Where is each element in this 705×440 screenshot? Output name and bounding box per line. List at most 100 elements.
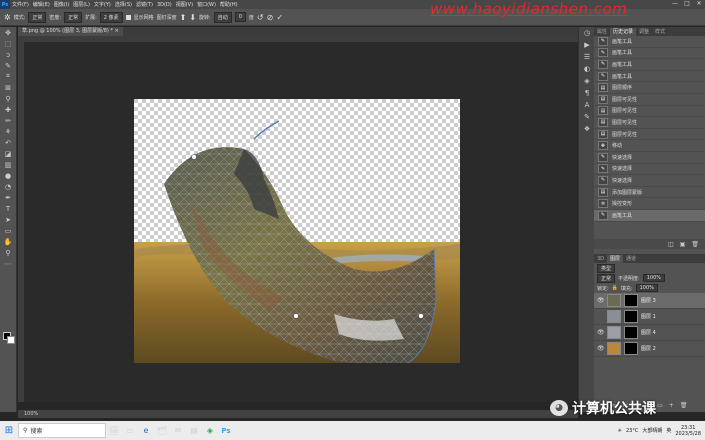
blend-mode-select[interactable]: 正常: [597, 273, 616, 283]
group-icon[interactable]: ▭: [657, 402, 663, 409]
visibility-eye-icon[interactable]: 👁: [597, 297, 605, 304]
path-select-tool-icon[interactable]: ➤: [0, 214, 16, 225]
taskbar-app-mail-icon[interactable]: ✉: [170, 421, 186, 440]
history-item[interactable]: ✎ 画笔工具: [594, 59, 705, 71]
tab-properties[interactable]: 属性: [594, 28, 610, 36]
lasso-tool-icon[interactable]: ↄ: [0, 49, 16, 60]
menu-image[interactable]: 图像(I): [52, 1, 71, 8]
crop-tool-icon[interactable]: ⌗: [0, 71, 16, 82]
mode-select[interactable]: 正常: [28, 11, 47, 23]
menu-view[interactable]: 视图(V): [174, 1, 195, 8]
history-panel-icon[interactable]: ◷: [579, 27, 595, 39]
brush-settings-icon[interactable]: ✎: [579, 111, 595, 123]
expand-input[interactable]: 2 像素: [99, 11, 123, 23]
menu-3d[interactable]: 3D(D): [155, 2, 174, 8]
menu-select[interactable]: 选择(S): [113, 1, 134, 8]
document-canvas[interactable]: [134, 99, 460, 363]
delete-layer-icon[interactable]: 🗑: [680, 402, 688, 409]
document-tab-close-icon[interactable]: ×: [115, 28, 119, 34]
fill-input[interactable]: 100%: [635, 284, 658, 292]
taskbar-app-taskview-icon[interactable]: ▭: [122, 421, 138, 440]
move-tool-icon[interactable]: ✥: [0, 27, 16, 38]
cancel-warp-icon[interactable]: ⊘: [267, 13, 274, 22]
layer-mask-thumbnail[interactable]: [624, 294, 638, 307]
history-brush-tool-icon[interactable]: ↶: [0, 137, 16, 148]
new-document-from-state-icon[interactable]: ◫: [668, 241, 674, 248]
tab-styles[interactable]: 样式: [652, 28, 668, 36]
history-item[interactable]: ✲ 操控变形: [594, 198, 705, 210]
history-item[interactable]: ▤ 图层顺序: [594, 82, 705, 94]
eraser-tool-icon[interactable]: ◪: [0, 148, 16, 159]
layer-mask-thumbnail[interactable]: [624, 310, 638, 323]
hand-tool-icon[interactable]: ✋: [0, 236, 16, 247]
layer-row[interactable]: 👁 图层 3: [594, 293, 705, 309]
taskbar-app-store-icon[interactable]: ▤: [186, 421, 202, 440]
visibility-eye-icon[interactable]: 👁: [597, 329, 605, 336]
new-layer-icon[interactable]: +: [669, 402, 674, 409]
dodge-tool-icon[interactable]: ◔: [0, 181, 16, 192]
document-tab[interactable]: 草.png @ 100% (图层 3, 图层蒙版/8) * ×: [18, 27, 123, 36]
taskbar-app-green-icon[interactable]: ◈: [202, 421, 218, 440]
weather-temp[interactable]: 23°C: [626, 428, 638, 434]
zoom-tool-icon[interactable]: ⚲: [0, 247, 16, 258]
frame-tool-icon[interactable]: ⊠: [0, 82, 16, 93]
input-language[interactable]: 英: [666, 427, 671, 434]
history-item[interactable]: ✥ 移动: [594, 140, 705, 152]
history-item[interactable]: ▤ 图层可见性: [594, 106, 705, 118]
new-snapshot-icon[interactable]: ▣: [680, 241, 686, 248]
commit-warp-icon[interactable]: ✓: [276, 13, 283, 22]
history-item-current[interactable]: ✎ 画笔工具: [594, 209, 705, 222]
more-tools-icon[interactable]: ⋯: [0, 258, 16, 269]
layer-filter-select[interactable]: 类型: [597, 263, 616, 273]
type-tool-icon[interactable]: T: [0, 203, 16, 214]
marquee-tool-icon[interactable]: ⬚: [0, 38, 16, 49]
tab-adjustments[interactable]: 调整: [636, 28, 652, 36]
pin-backward-icon[interactable]: ⬇: [189, 13, 196, 22]
color-panel-icon[interactable]: ◈: [579, 75, 595, 87]
character-panel-icon[interactable]: A: [579, 99, 595, 111]
quick-select-tool-icon[interactable]: ✎: [0, 60, 16, 71]
delete-state-icon[interactable]: 🗑: [691, 241, 699, 248]
tab-channels[interactable]: 通道: [623, 255, 639, 263]
eyedropper-tool-icon[interactable]: ⚲: [0, 93, 16, 104]
opacity-input[interactable]: 100%: [642, 274, 665, 282]
taskbar-search[interactable]: ⚲ 搜索: [18, 423, 106, 438]
brush-tool-icon[interactable]: ✏: [0, 115, 16, 126]
pin-forward-icon[interactable]: ⬆: [180, 13, 187, 22]
history-item[interactable]: ✎ 快速选择: [594, 164, 705, 176]
tab-history[interactable]: 历史记录: [610, 28, 637, 36]
layer-comps-icon[interactable]: ❖: [579, 123, 595, 135]
weather-text[interactable]: 大部晴朗: [642, 427, 662, 434]
rotate-degree-input[interactable]: 0: [234, 12, 246, 22]
taskbar-app-photos-icon[interactable]: 🖼: [106, 421, 122, 440]
paragraph-panel-icon[interactable]: ¶: [579, 87, 595, 99]
taskbar-app-edge-icon[interactable]: e: [138, 421, 154, 440]
color-swatches[interactable]: [3, 332, 15, 344]
background-color-swatch[interactable]: [7, 336, 15, 344]
close-button[interactable]: ✕: [693, 0, 705, 9]
lock-icon[interactable]: 🔒: [612, 285, 618, 291]
history-item[interactable]: ▤ 图层可见性: [594, 117, 705, 129]
rectangle-tool-icon[interactable]: ▭: [0, 225, 16, 236]
rotate-select[interactable]: 自动: [213, 11, 232, 23]
history-item[interactable]: ▤ 添加图层蒙版: [594, 187, 705, 199]
tab-layers[interactable]: 图层: [607, 255, 624, 263]
maximize-button[interactable]: □: [681, 0, 693, 9]
healing-tool-icon[interactable]: ✚: [0, 104, 16, 115]
show-mesh-checkbox[interactable]: [125, 14, 131, 20]
history-item[interactable]: ▤ 图层可见性: [594, 129, 705, 141]
minimize-button[interactable]: —: [669, 0, 681, 9]
layer-row[interactable]: 👁 图层 2: [594, 341, 705, 357]
history-item[interactable]: ✎ 画笔工具: [594, 36, 705, 48]
menu-layer[interactable]: 图层(L): [71, 1, 92, 8]
tab-3d[interactable]: 3D: [594, 255, 607, 263]
start-button[interactable]: ⊞: [0, 421, 18, 440]
clone-stamp-tool-icon[interactable]: ⚘: [0, 126, 16, 137]
layer-row[interactable]: 图层 1: [594, 309, 705, 325]
menu-file[interactable]: 文件(F): [10, 1, 31, 8]
history-item[interactable]: ✎ 画笔工具: [594, 48, 705, 60]
menu-help[interactable]: 帮助(H): [218, 1, 240, 8]
history-item[interactable]: ✎ 画笔工具: [594, 71, 705, 83]
taskbar-app-explorer-icon[interactable]: 🗂: [154, 421, 170, 440]
layer-mask-thumbnail[interactable]: [624, 326, 638, 339]
